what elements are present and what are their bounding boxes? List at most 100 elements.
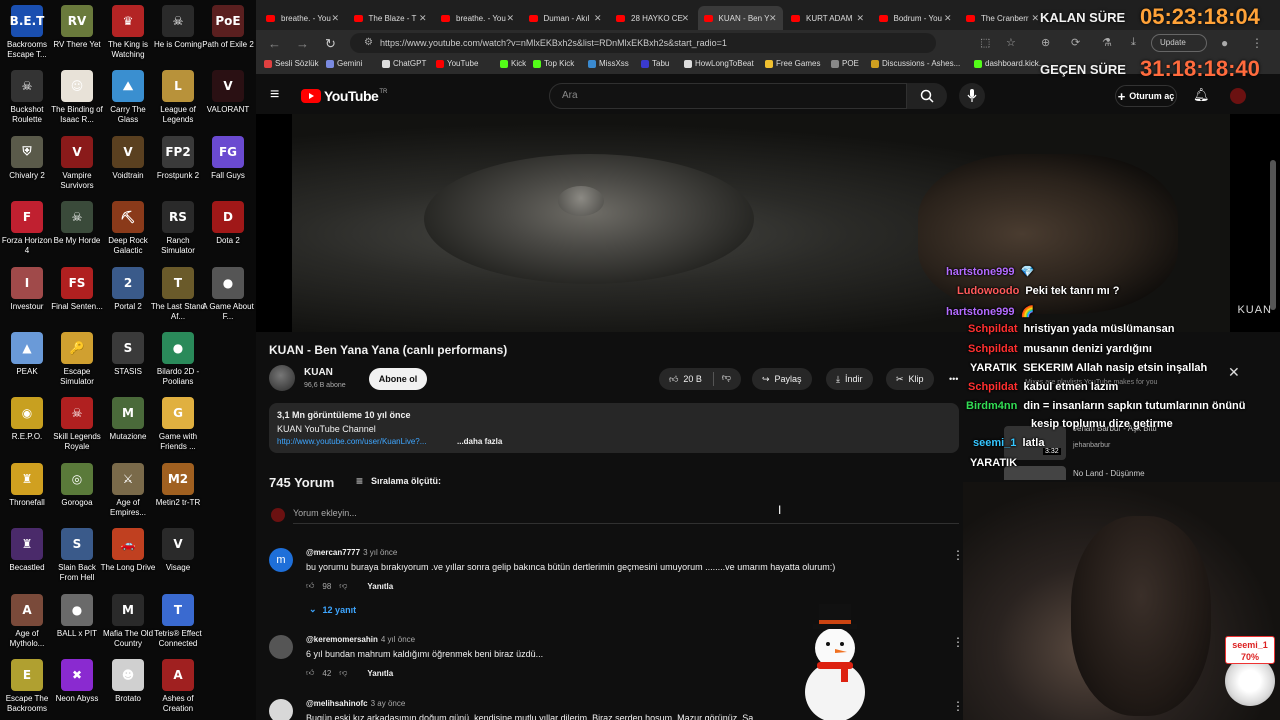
thumbs-down-icon[interactable]: 👎︎ bbox=[712, 372, 731, 386]
desktop-shortcut[interactable]: G Game with Friends ... bbox=[153, 397, 203, 452]
desktop-shortcut[interactable]: 🔑 Escape Simulator bbox=[52, 332, 102, 387]
bookmark-item[interactable]: ChatGPT bbox=[382, 59, 426, 68]
reload-icon[interactable]: ↻ bbox=[325, 36, 336, 52]
close-tab-icon[interactable]: ✕ bbox=[594, 13, 602, 24]
desktop-shortcut[interactable]: 🚗 The Long Drive bbox=[101, 528, 155, 573]
browser-tab[interactable]: Duman - Akıl ✕ bbox=[523, 6, 608, 30]
desktop-shortcut[interactable]: V VALORANT bbox=[203, 70, 253, 115]
search-input[interactable]: Ara bbox=[549, 83, 907, 109]
desktop-shortcut[interactable]: T The Last Stand Af... bbox=[151, 266, 205, 322]
desktop-shortcut[interactable]: M Mafia The Old Country bbox=[103, 593, 153, 649]
bookmark-item[interactable]: Sesli Sözlük bbox=[264, 59, 319, 68]
reply-button[interactable]: Yanıtla bbox=[367, 582, 393, 591]
desktop-shortcut[interactable]: ● A Game About F... bbox=[202, 266, 254, 322]
desktop-shortcut[interactable]: A Age of Mytholo... bbox=[2, 593, 52, 649]
channel-avatar[interactable] bbox=[269, 365, 295, 391]
desktop-shortcut[interactable]: T Tetris® Effect Connected bbox=[153, 593, 203, 649]
browser-tab[interactable]: breathe. - You ✕ bbox=[260, 6, 345, 30]
desktop-shortcut[interactable]: ☺ The Binding of Isaac R... bbox=[51, 70, 103, 125]
site-info-icon[interactable]: ⚙ bbox=[364, 37, 373, 48]
desktop-shortcut[interactable]: S Slain Back From Hell bbox=[52, 528, 102, 583]
channel-name[interactable]: KUAN bbox=[304, 367, 333, 378]
desktop-shortcut[interactable]: ☠ Be My Horde bbox=[52, 201, 102, 246]
desktop-shortcut[interactable]: RV RV There Yet bbox=[52, 5, 102, 50]
bookmark-star-icon[interactable]: ☆ bbox=[1006, 36, 1016, 49]
download-button[interactable]: ⤓ İndir bbox=[826, 368, 873, 390]
hamburger-menu-icon[interactable]: ≡ bbox=[270, 86, 279, 104]
desktop-shortcut[interactable]: FP2 Frostpunk 2 bbox=[153, 135, 203, 181]
desktop-shortcut[interactable]: V Visage bbox=[153, 528, 203, 573]
desktop-shortcut[interactable]: ✖ Neon Abyss bbox=[52, 659, 102, 704]
close-icon[interactable]: ✕ bbox=[1228, 364, 1240, 381]
desktop-shortcut[interactable]: ☠ Skill Legends Royale bbox=[52, 397, 102, 452]
close-tab-icon[interactable]: ✕ bbox=[944, 13, 952, 24]
desktop-shortcut[interactable]: ⚔ Age of Empires... bbox=[103, 462, 153, 518]
desktop-shortcut[interactable]: M Mutazione bbox=[103, 397, 153, 442]
desktop-shortcut[interactable]: ☠ Buckshot Roulette bbox=[2, 70, 52, 125]
desktop-shortcut[interactable]: FG Fall Guys bbox=[203, 135, 253, 181]
close-tab-icon[interactable]: ✕ bbox=[856, 13, 864, 24]
bookmark-item[interactable]: POE bbox=[831, 59, 859, 68]
desktop-shortcut[interactable]: I Investour bbox=[2, 266, 52, 312]
bookmark-item[interactable]: Free Games bbox=[765, 59, 820, 68]
playlist-item-title-2[interactable]: No Land - Düşünme bbox=[1073, 469, 1145, 478]
close-tab-icon[interactable]: ✕ bbox=[506, 13, 514, 24]
desktop-shortcut[interactable]: S STASIS bbox=[103, 332, 153, 377]
description-box[interactable]: 3,1 Mn görüntüleme 10 yıl önce KUAN YouT… bbox=[269, 403, 959, 453]
close-tab-icon[interactable]: ✕ bbox=[681, 13, 689, 24]
desktop-shortcut[interactable]: RS Ranch Simulator bbox=[153, 201, 203, 256]
desktop-shortcut[interactable]: PoE Path of Exile 2 bbox=[202, 5, 254, 50]
sort-button[interactable]: ≡ Sıralama ölçütü: bbox=[356, 474, 441, 488]
desktop-shortcut[interactable]: M2 Metin2 tr-TR bbox=[153, 462, 203, 508]
commenter-avatar[interactable]: m bbox=[269, 548, 293, 572]
bookmark-item[interactable]: Kick bbox=[500, 59, 526, 68]
commenter-avatar[interactable] bbox=[269, 635, 293, 659]
desktop-shortcut[interactable]: V Vampire Survivors bbox=[52, 135, 102, 191]
comment-dislike-icon[interactable]: 👎︎ bbox=[339, 581, 347, 591]
view-replies-button[interactable]: ⌄ 12 yanıt bbox=[309, 604, 356, 615]
share-button[interactable]: ↪ Paylaş bbox=[752, 368, 812, 390]
desktop-shortcut[interactable]: E Escape The Backrooms bbox=[2, 659, 52, 714]
desktop-shortcut[interactable]: ☻ Brotato bbox=[103, 659, 153, 704]
show-more-link[interactable]: ...daha fazla bbox=[457, 437, 502, 446]
like-button[interactable]: 👍︎ 20 B 👎︎ bbox=[659, 368, 742, 390]
desktop-shortcut[interactable]: F Forza Horizon 4 bbox=[2, 201, 52, 256]
close-tab-icon[interactable]: ✕ bbox=[331, 13, 339, 24]
add-comment-input[interactable]: Yorum ekleyin... bbox=[293, 508, 959, 524]
desktop-shortcut[interactable]: ♜ Becastled bbox=[2, 528, 52, 573]
clip-button[interactable]: ✂ Klip bbox=[886, 368, 934, 390]
comment-author[interactable]: @melihsahinofc 3 ay önce bbox=[306, 699, 405, 708]
comment-author[interactable]: @keremomersahin 4 yıl önce bbox=[306, 635, 415, 644]
browser-tab[interactable]: The Blaze - T ✕ bbox=[348, 6, 433, 30]
more-actions-button[interactable]: ••• bbox=[943, 368, 964, 390]
description-link[interactable]: http://www.youtube.com/user/KuanLive?... bbox=[277, 437, 426, 446]
page-scrollbar[interactable] bbox=[1270, 160, 1276, 310]
browser-tab[interactable]: 28 HAYKO CE ✕ bbox=[610, 6, 695, 30]
reply-button[interactable]: Yanıtla bbox=[367, 669, 393, 678]
close-tab-icon[interactable]: ✕ bbox=[769, 13, 777, 24]
desktop-shortcut[interactable]: ♜ Thronefall bbox=[2, 462, 52, 508]
subscribe-button[interactable]: Abone ol bbox=[369, 368, 427, 390]
close-tab-icon[interactable]: ✕ bbox=[419, 13, 427, 24]
commenter-avatar[interactable] bbox=[269, 699, 293, 720]
browser-tab[interactable]: breathe. - You ✕ bbox=[435, 6, 520, 30]
comment-author[interactable]: @mercan7777 3 yıl önce bbox=[306, 548, 397, 557]
forward-icon[interactable]: → bbox=[296, 36, 309, 51]
translate-icon[interactable]: ⬚ bbox=[980, 36, 990, 49]
bookmark-item[interactable]: Discussions - Ashes... bbox=[871, 59, 960, 68]
desktop-shortcut[interactable]: L League of Legends bbox=[153, 70, 203, 125]
browser-tab[interactable]: Bodrum - You ✕ bbox=[873, 6, 958, 30]
bookmark-item[interactable]: MissXss bbox=[588, 59, 629, 68]
back-icon[interactable]: ← bbox=[268, 36, 281, 51]
bookmark-item[interactable]: Gemini bbox=[326, 59, 362, 68]
comment-like-icon[interactable]: 👍︎ bbox=[306, 581, 314, 591]
comment-dislike-icon[interactable]: 👎︎ bbox=[339, 668, 347, 678]
video-player[interactable]: KUAN bbox=[256, 114, 1280, 332]
search-button[interactable] bbox=[907, 83, 947, 109]
desktop-shortcut[interactable]: ◎ Gorogoa bbox=[52, 462, 102, 508]
bookmark-item[interactable]: HowLongToBeat bbox=[684, 59, 754, 68]
sign-in-button[interactable]: + Oturum aç bbox=[1115, 85, 1177, 107]
bookmark-item[interactable]: Top Kick bbox=[533, 59, 574, 68]
url-field[interactable]: https://www.youtube.com/watch?v=nMlxEKBx… bbox=[350, 33, 936, 53]
desktop-shortcut[interactable]: ☠ He is Coming bbox=[153, 5, 203, 50]
